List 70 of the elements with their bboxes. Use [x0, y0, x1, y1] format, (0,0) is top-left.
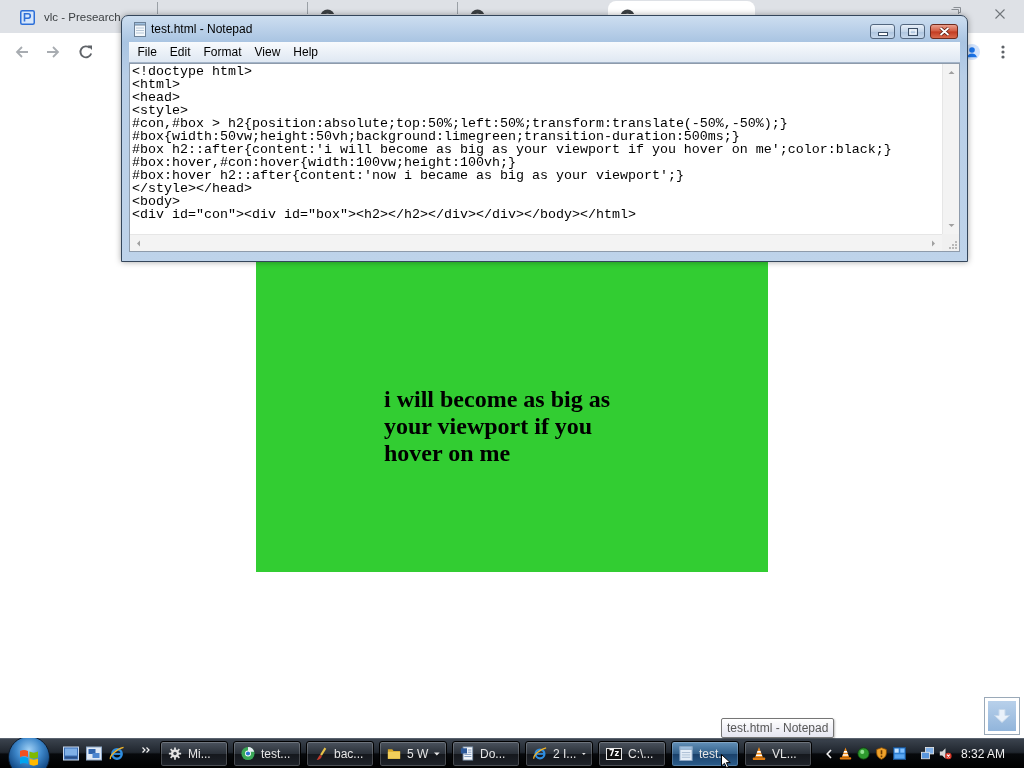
- box-heading: i will become as big as your viewport if you hover on me: [384, 386, 611, 467]
- close-icon: [938, 27, 950, 36]
- volume-muted-icon[interactable]: [939, 747, 952, 760]
- horizontal-scrollbar[interactable]: [130, 234, 942, 251]
- restore-icon[interactable]: [951, 7, 961, 14]
- taskbar-button[interactable]: bac...: [306, 740, 374, 767]
- reload-icon[interactable]: [78, 43, 94, 60]
- browser-tab[interactable]: [608, 1, 755, 15]
- square-logo-icon: [20, 9, 35, 25]
- minimize-icon: [877, 32, 888, 36]
- text-editor[interactable]: [129, 63, 960, 252]
- code-line: <html>: [132, 78, 180, 91]
- down-arrow-icon: [994, 709, 1010, 723]
- archive-logo: 7z: [606, 747, 622, 760]
- code-line: #box{width:50vw;height:50vh;background:limegreen;transition-duration:500ms;}: [132, 130, 740, 143]
- code-line: </style></head>: [132, 182, 252, 195]
- tiles-icon[interactable]: [893, 747, 906, 760]
- taskbar-button[interactable]: VL...: [744, 740, 812, 767]
- code-line: #con,#box > h2{position:absolute;top:50%;left:50%;transform:translate(-50%,-50%);}: [132, 117, 789, 130]
- notepad-icon: [134, 21, 146, 37]
- gear-icon: [168, 746, 182, 761]
- document-icon: [460, 746, 474, 761]
- code-line: <!doctype html>: [132, 65, 253, 78]
- code-line: <style>: [132, 104, 188, 117]
- maximize-button[interactable]: [900, 24, 925, 39]
- menu-item[interactable]: File: [131, 45, 164, 59]
- windows-stack-icon[interactable]: [86, 746, 102, 761]
- close-button[interactable]: [930, 24, 958, 39]
- folder-icon: [387, 746, 401, 761]
- window-title: test.html - Notepad: [151, 22, 253, 36]
- menu-item[interactable]: Format: [197, 45, 249, 59]
- chevron-left-icon[interactable]: [826, 748, 832, 759]
- minimize-button[interactable]: [870, 24, 895, 39]
- taskbar-button[interactable]: 2 I...: [525, 740, 593, 767]
- notepad-icon: [679, 746, 693, 761]
- taskbar-button[interactable]: 7z C:\...: [598, 740, 666, 767]
- menu-item[interactable]: View: [248, 45, 287, 59]
- status-orb-icon[interactable]: [857, 747, 870, 760]
- code-line: #box h2::after{content:'i will become as big as your viewport if you hover on me';color:black;}: [132, 143, 893, 156]
- taskbar-button[interactable]: Mi...: [160, 740, 228, 767]
- taskbar-button[interactable]: Do...: [452, 740, 520, 767]
- traffic-cone-icon[interactable]: [839, 747, 852, 760]
- browser-tab[interactable]: vlc - Presearch: [8, 1, 121, 33]
- e-logo-icon[interactable]: [109, 746, 125, 761]
- code-line: <head>: [132, 91, 181, 104]
- code-line: <body>: [132, 195, 180, 208]
- shield-icon[interactable]: [875, 747, 888, 760]
- double-chevron-icon[interactable]: [142, 746, 150, 753]
- network-monitors-icon[interactable]: [921, 747, 934, 760]
- flag-logo-icon: [19, 747, 39, 766]
- code-line: #box:hover,#con:hover{width:100vw;height:100vh;}: [132, 156, 516, 169]
- traffic-cone-icon: [752, 746, 766, 761]
- menu-item[interactable]: Help: [286, 45, 325, 59]
- taskbar-button[interactable]: test..: [671, 740, 739, 767]
- desktop-icon[interactable]: [63, 746, 79, 761]
- resize-grip-icon[interactable]: [948, 240, 957, 249]
- round-logo-icon: [241, 746, 255, 761]
- e-logo-icon: [533, 746, 547, 761]
- clock[interactable]: 8:32 AM: [961, 746, 1006, 761]
- vertical-scrollbar[interactable]: [942, 64, 959, 234]
- menu-item[interactable]: Edit: [163, 45, 198, 59]
- taskbar-button[interactable]: test...: [233, 740, 301, 767]
- code-line: #box:hover h2::after{content:'now i became as big as your viewport';}: [132, 169, 685, 182]
- taskbar-button[interactable]: 5 W: [379, 740, 447, 767]
- menu-dots-icon[interactable]: [1001, 44, 1005, 59]
- brush-icon: [314, 746, 328, 761]
- code-line: <div id="con"><div id="box"><h2></h2></div></div></body></html>: [132, 208, 637, 221]
- maximize-icon: [907, 27, 918, 36]
- close-icon[interactable]: [995, 9, 1005, 19]
- tooltip: test.html - Notepad: [721, 718, 835, 738]
